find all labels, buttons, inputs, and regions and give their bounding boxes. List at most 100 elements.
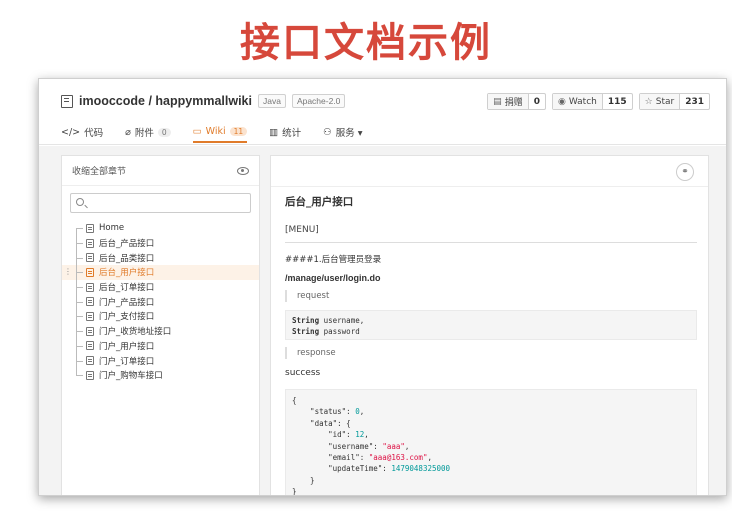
tab-code[interactable]: </> 代码: [61, 121, 103, 143]
repo-tabs: </> 代码 ⌀ 附件 0 ▭ Wiki 11 ▥ 统计 ⚇ 服务 ▾: [61, 121, 363, 145]
search-input[interactable]: [70, 193, 251, 213]
stats-icon: ▥: [269, 126, 279, 138]
tree-item[interactable]: 后台_品类接口: [62, 250, 259, 265]
document-icon: [86, 267, 94, 277]
collapse-all-link[interactable]: 收缩全部章节: [72, 164, 126, 177]
tree-item-label: 门户_订单接口: [99, 356, 155, 367]
repo-name-link[interactable]: imooccode / happymmallwiki: [79, 94, 252, 108]
divider: [271, 186, 708, 187]
tree-item-label: 后台_产品接口: [99, 239, 155, 250]
document-icon: [86, 370, 94, 380]
response-code-block: { "status": 0, "data": { "id": 12, "user…: [285, 389, 697, 495]
wiki-icon: ▭: [192, 125, 202, 137]
donate-label: 捐赠: [504, 98, 523, 108]
api-path: /manage/user/login.do: [285, 273, 381, 283]
json-email: "aaa@163.com": [368, 453, 428, 463]
watch-label: Watch: [568, 96, 597, 107]
star-button[interactable]: ☆ Star 231: [638, 93, 710, 110]
tree-item-label: 门户_支付接口: [99, 312, 155, 323]
link-icon[interactable]: ⚭: [676, 163, 694, 181]
search-icon: [76, 198, 84, 206]
tree-item-label: 门户_用户接口: [99, 341, 155, 352]
tree-item-home[interactable]: Home: [62, 221, 259, 236]
services-icon: ⚇: [323, 126, 332, 138]
json-id: 12: [355, 430, 365, 440]
tree-item-label: 门户_收货地址接口: [99, 327, 172, 338]
menu-text: [MENU]: [285, 225, 319, 235]
drag-handle-icon[interactable]: ⋮: [64, 267, 72, 276]
wiki-content: ⚭ 后台_用户接口 [MENU] ####1.后台管理员登录 /manage/u…: [270, 155, 709, 495]
document-icon: [86, 311, 94, 321]
code-param: password: [323, 327, 360, 336]
tab-code-label: 代码: [84, 128, 104, 139]
star-label: Star: [655, 96, 675, 107]
tab-wiki[interactable]: ▭ Wiki 11: [192, 121, 248, 143]
repo-header: imooccode / happymmallwiki Java Apache-2…: [39, 79, 726, 145]
tree-item-label: 门户_购物车接口: [99, 371, 163, 382]
eye-icon: ◉: [557, 96, 566, 107]
tree-item[interactable]: 后台_产品接口: [62, 235, 259, 251]
toggle-visibility-icon[interactable]: [237, 166, 249, 175]
repo-actions: ▤ 捐赠 0 ◉ Watch 115 ☆ Star 231: [487, 93, 710, 110]
wiki-screenshot: imooccode / happymmallwiki Java Apache-2…: [38, 78, 727, 496]
repo-book-icon: [61, 94, 73, 108]
tree-item-label: 后台_订单接口: [99, 283, 155, 294]
license-tag[interactable]: Apache-2.0: [291, 94, 346, 108]
wiki-sidebar: 收缩全部章节 Home 后台_产品接口 后台_品类接口 ⋮ 后台_用户接口 后台_…: [61, 155, 260, 495]
tree-item[interactable]: 门户_支付接口: [62, 309, 259, 324]
tree-item[interactable]: 门户_购物车接口: [62, 367, 259, 383]
code-type: String: [292, 316, 320, 325]
tab-services[interactable]: ⚇ 服务 ▾: [323, 121, 362, 143]
document-icon: [86, 223, 94, 233]
code-icon: </>: [61, 126, 81, 138]
tree-item[interactable]: 门户_订单接口: [62, 353, 259, 368]
tab-services-label: 服务 ▾: [335, 128, 363, 139]
donate-count: 0: [527, 94, 545, 109]
tree-item-label: 后台_品类接口: [99, 253, 155, 264]
tree-item-label: 门户_产品接口: [99, 297, 155, 308]
tree-item[interactable]: 后台_订单接口: [62, 279, 259, 295]
success-label: success: [285, 368, 321, 378]
response-label: response: [285, 347, 336, 359]
tab-wiki-badge: 11: [229, 126, 248, 136]
tab-attachments[interactable]: ⌀ 附件 0: [125, 121, 171, 143]
tree-item[interactable]: 门户_产品接口: [62, 294, 259, 309]
tab-stats[interactable]: ▥ 统计: [269, 121, 301, 143]
api-heading: ####1.后台管理员登录: [285, 255, 382, 265]
sidebar-header: 收缩全部章节: [62, 156, 259, 186]
repo-title: imooccode / happymmallwiki Java Apache-2…: [61, 94, 346, 108]
document-icon: [86, 253, 94, 263]
document-icon: [86, 356, 94, 366]
json-username: "aaa": [382, 441, 405, 451]
divider: [285, 242, 697, 243]
tab-attachments-badge: 0: [157, 127, 171, 137]
request-code-block: String username, String password: [285, 310, 697, 340]
tab-attachments-label: 附件: [134, 128, 154, 139]
json-updatetime: 1479048325000: [391, 464, 451, 474]
tab-stats-label: 统计: [282, 128, 302, 139]
document-icon: [86, 238, 94, 248]
document-icon: [86, 341, 94, 351]
document-icon: [86, 297, 94, 307]
tree-item-label: Home: [99, 223, 125, 234]
donate-icon: ▤: [493, 96, 502, 107]
tree-item[interactable]: 门户_收货地址接口: [62, 323, 259, 339]
tree-item-label: 后台_用户接口: [99, 268, 155, 279]
code-param: username,: [323, 316, 365, 325]
attachment-icon: ⌀: [125, 126, 131, 138]
watch-count: 115: [601, 94, 632, 109]
request-label: request: [285, 290, 329, 302]
watch-button[interactable]: ◉ Watch 115: [551, 93, 633, 110]
document-icon: [86, 326, 94, 336]
json-status: 0: [355, 407, 360, 417]
language-tag[interactable]: Java: [257, 94, 286, 108]
document-icon: [86, 282, 94, 292]
tab-wiki-label: Wiki: [205, 125, 226, 137]
slide-title: 接口文档示例: [240, 20, 492, 66]
star-icon: ☆: [644, 96, 653, 107]
tree-item[interactable]: 门户_用户接口: [62, 338, 259, 354]
page-tree: Home 后台_产品接口 后台_品类接口 ⋮ 后台_用户接口 后台_订单接口 门户…: [62, 219, 259, 383]
tree-item-active[interactable]: ⋮ 后台_用户接口: [62, 265, 259, 280]
donate-button[interactable]: ▤ 捐赠 0: [487, 93, 546, 110]
page-title: 后台_用户接口: [285, 196, 354, 208]
